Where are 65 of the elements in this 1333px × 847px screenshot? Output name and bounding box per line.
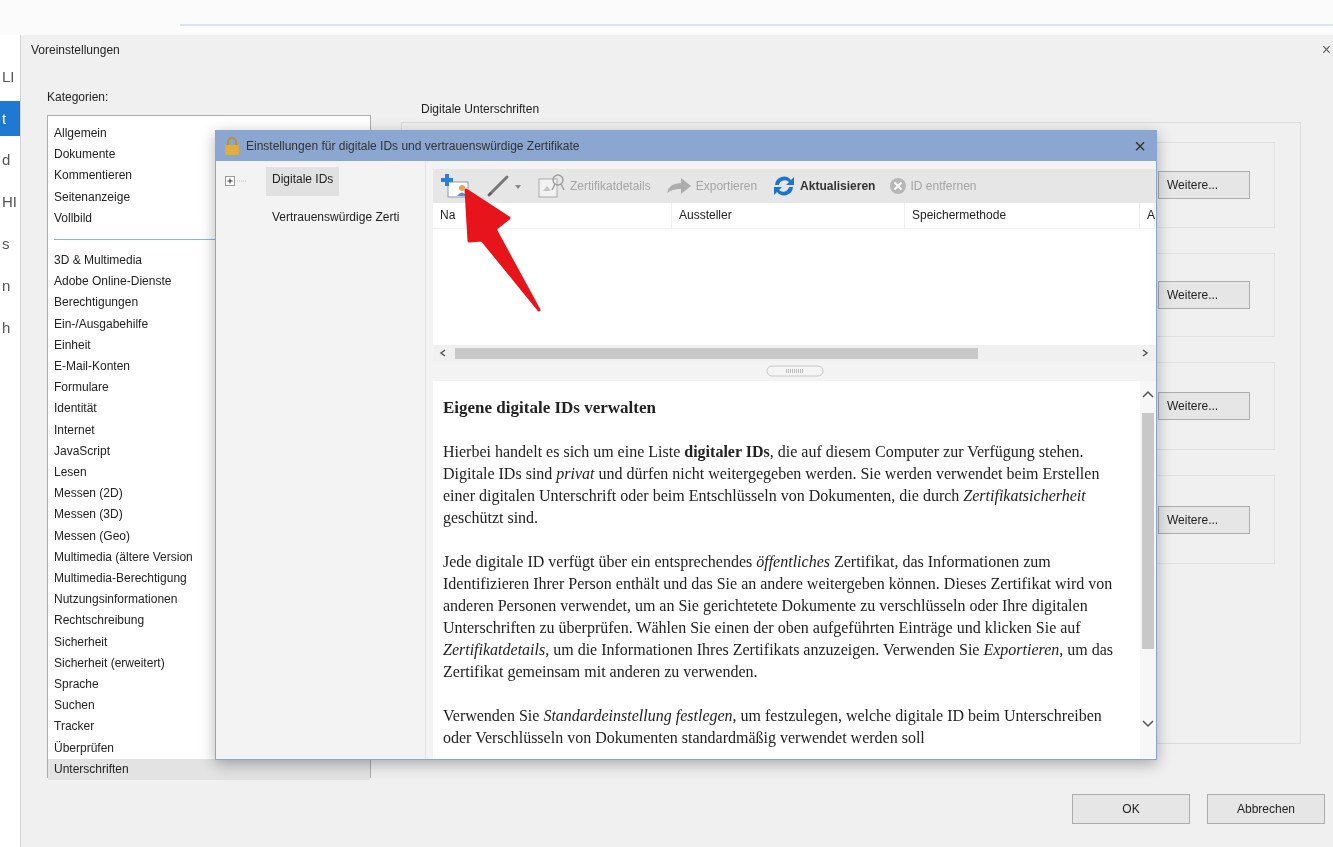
category-item[interactable]: Berechtigungen [48, 292, 143, 314]
category-item[interactable]: Formulare [48, 377, 113, 399]
category-item[interactable]: Kommentieren [48, 165, 137, 187]
category-item[interactable]: Suchen [48, 695, 99, 717]
category-item[interactable]: Einheit [48, 334, 95, 357]
column-header[interactable]: Aussteller [672, 203, 905, 228]
category-item[interactable]: Adobe Online-Dienste [48, 271, 176, 293]
category-item[interactable]: Internet [48, 419, 99, 441]
selected-sidebar-item[interactable]: t [0, 101, 20, 136]
category-item[interactable]: Vollbild [48, 207, 97, 229]
column-header[interactable]: Speichermethode [905, 203, 1140, 228]
category-item[interactable]: 3D & Multimedia [48, 250, 147, 272]
remove-icon [889, 177, 908, 195]
dialog-title: Voreinstellungen [31, 43, 120, 57]
cancel-button[interactable]: Abbrechen [1207, 794, 1325, 824]
close-button[interactable]: × [1134, 134, 1156, 158]
help-heading: Eigene digitale IDs verwalten [443, 397, 657, 419]
help-paragraph: Jede digitale ID verfügt über ein entsprechendes öffentliches Zertifikat, das Informationen zum Identifizieren Ihrer Person enthält und das Sie an andere weitergeben können. Dieses Zertifikat wird von anderen Personen verwendet, um an Sie gerichtetete Dokumente zu verschlüsseln oder Ihre digitalen Unterschriften zu überprüfen. Wählen Sie einen der oben aufgeführten Einträge und klicken Sie auf Zertifikatdetails, um die Informationen Ihres Zertifikats anzuzeigen. Verwenden Sie Exportieren, um das Zertifikat gemeinsam mit anderen zu verwenden. [443, 552, 1114, 683]
category-item[interactable]: JavaScript [48, 440, 115, 463]
close-button[interactable]: × [1321, 41, 1333, 59]
category-item[interactable]: Ein-/Ausgabehilfe [48, 313, 153, 335]
sidebar-item[interactable]: HI [0, 192, 20, 212]
more-button[interactable]: Weitere... [1158, 505, 1250, 534]
category-item[interactable]: Sicherheit (erweitert) [48, 652, 169, 675]
category-item[interactable]: Sprache [48, 674, 103, 696]
sidebar-item[interactable]: LI [0, 67, 20, 87]
help-paragraph: Hierbei handelt es sich um eine Liste digitaler IDs, die auf diesem Computer zur Verfügung stehen. Digitale IDs sind privat und dürfen nicht weitergegeben werden. Sie werden verwendet beim Erstellen einer digitalen Unterschrift oder beim Entschlüsseln von Dokumenten, die durch Zertifikatsicherheit geschützt sind. [443, 442, 1101, 529]
sidebar-item[interactable]: n [0, 276, 20, 296]
sidebar-item[interactable]: s [0, 234, 20, 254]
expand-icon[interactable] [225, 176, 247, 186]
category-item[interactable]: Unterschriften [48, 758, 370, 781]
category-item[interactable]: Identität [48, 398, 101, 420]
more-button[interactable]: Weitere... [1158, 281, 1250, 309]
category-item[interactable]: Multimedia (ältere Version [48, 546, 197, 569]
sidebar-item[interactable]: h [0, 318, 20, 338]
category-item[interactable]: Sicherheit [48, 631, 112, 653]
sidebar-item[interactable]: d [0, 150, 20, 170]
category-item[interactable]: Messen (3D) [48, 504, 127, 526]
category-item[interactable]: Dokumente [48, 144, 120, 166]
more-button[interactable]: Weitere... [1158, 171, 1250, 199]
dialog-title: Einstellungen für digitale IDs und vertrauenswürdige Zertifikate [246, 139, 581, 153]
category-item[interactable]: Lesen [48, 462, 91, 484]
ok-button[interactable]: OK [1072, 794, 1190, 824]
export-arrow-icon [664, 175, 693, 197]
refresh-button[interactable]: Aktualisieren [767, 173, 880, 199]
category-item[interactable]: Nutzungsinformationen [48, 589, 182, 611]
splitter-handle[interactable] [765, 365, 824, 377]
more-button[interactable]: Weitere... [1158, 392, 1250, 420]
categories-label: Kategorien: [47, 90, 109, 106]
column-header[interactable]: A [1140, 203, 1155, 228]
lock-icon [224, 137, 240, 155]
help-paragraph: Verwenden Sie Standardeinstellung festlegen, um festzulegen, welche digitale ID beim Unterschreiben oder Verschlüsseln von Dokumenten standardmäßig verwendet werden soll [443, 706, 1103, 749]
tree-item[interactable]: Vertrauenswürdige Zerti [266, 205, 406, 229]
tree-item[interactable]: Digitale IDs [266, 166, 340, 196]
category-item[interactable]: Rechtschreibung [48, 610, 149, 632]
category-item[interactable]: Tracker [48, 716, 99, 738]
group-title: Digitale Unterschriften [420, 101, 541, 118]
certificate-icon [537, 173, 567, 199]
category-item[interactable]: Überprüfen [48, 737, 119, 759]
category-item[interactable]: E-Mail-Konten [48, 356, 135, 378]
category-item[interactable]: Messen (Geo) [48, 525, 135, 547]
category-item[interactable]: Messen (2D) [48, 483, 127, 505]
category-item[interactable]: Allgemein [48, 123, 111, 145]
category-item[interactable]: Multimedia-Berechtigung [48, 568, 191, 590]
category-item[interactable]: Seitenanzeige [48, 186, 135, 208]
